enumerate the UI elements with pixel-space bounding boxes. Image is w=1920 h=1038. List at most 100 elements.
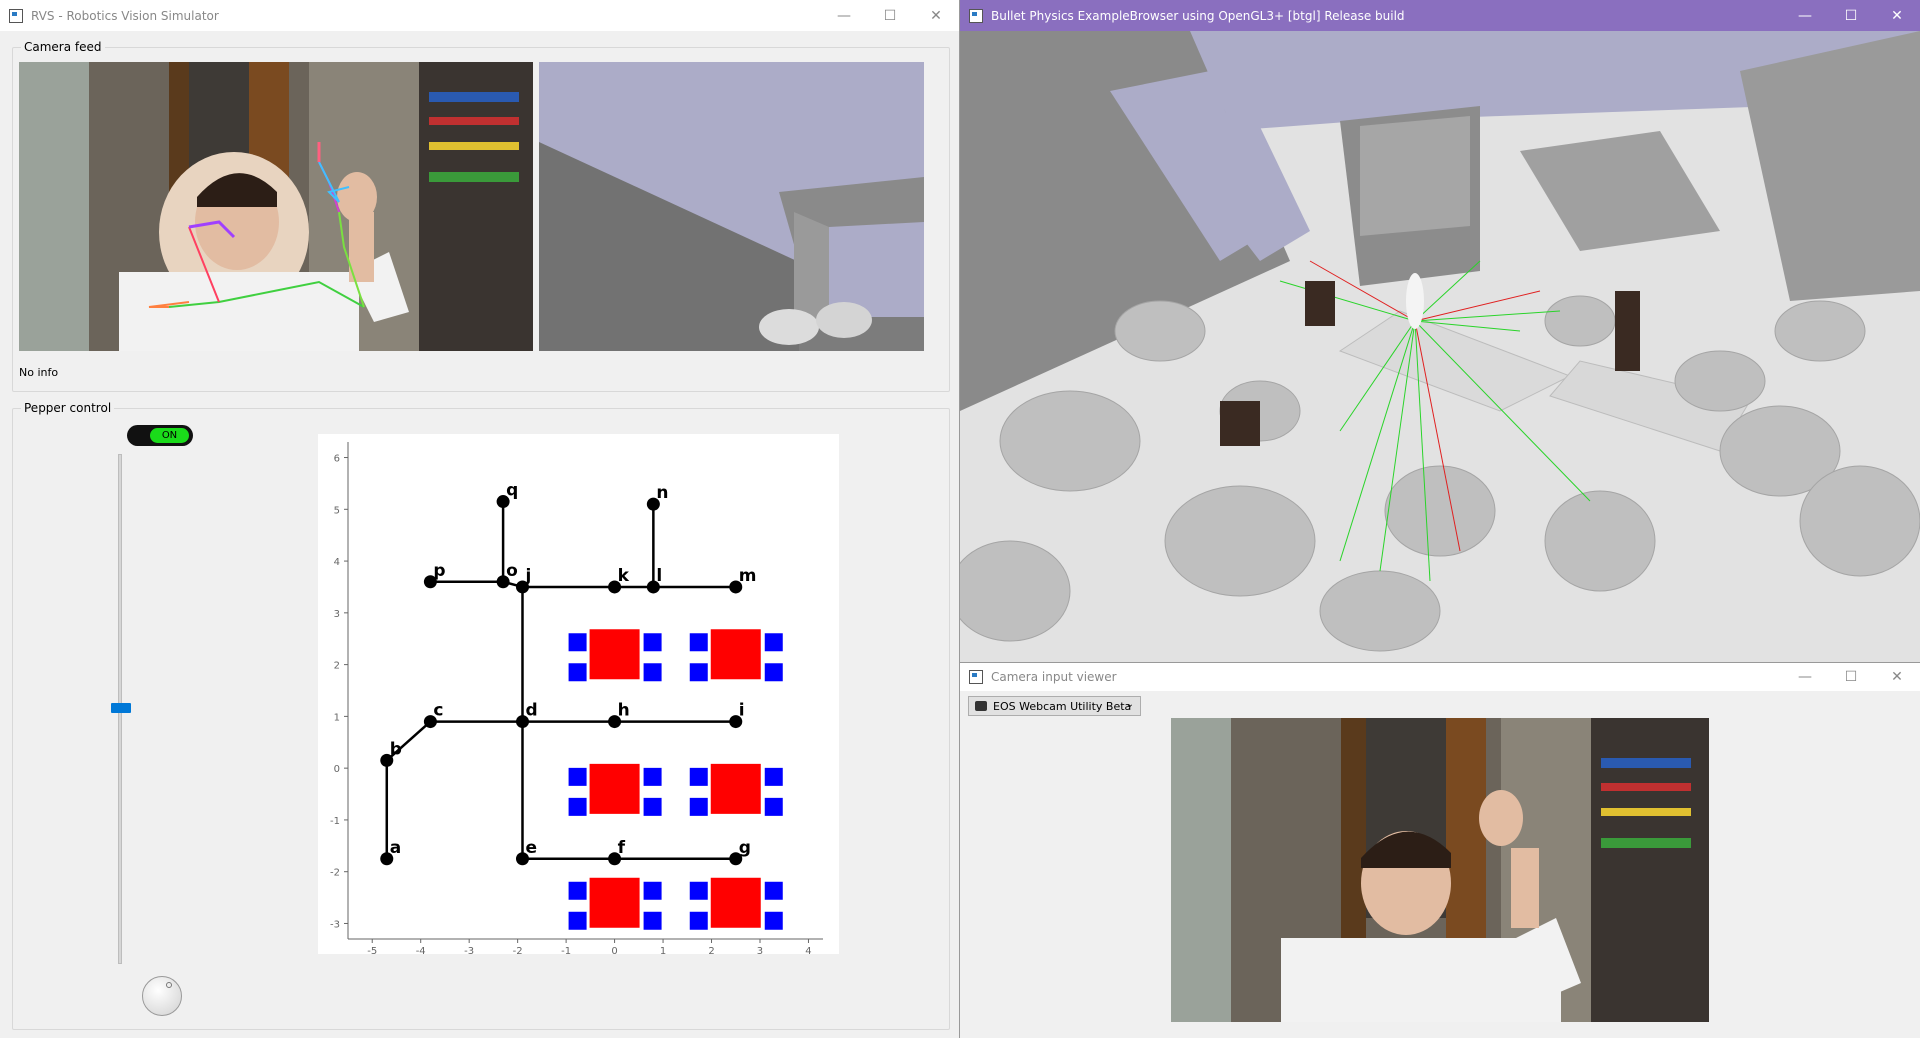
chair-mark [568,797,587,816]
x-tick-label: -2 [513,946,523,954]
node-label: f [618,838,626,858]
webcam-pose-image [19,62,533,351]
node-label: l [656,566,662,586]
x-tick-label: -5 [367,946,377,954]
camera-preview [1171,718,1709,1022]
app-icon [969,8,983,23]
rvs-window: RVS - Robotics Vision Simulator — ☐ ✕ Ca… [0,0,960,1038]
y-tick-label: -3 [330,919,340,930]
y-tick-label: 1 [334,712,340,723]
table-mark [710,877,761,928]
chair-mark [568,633,587,652]
robot-camera-view [539,62,924,351]
close-button[interactable]: ✕ [913,0,959,31]
info-text: No info [19,366,59,379]
app-icon [969,670,983,684]
node-label: d [525,701,537,721]
pepper-control-label: Pepper control [21,401,115,415]
minimize-button[interactable]: — [821,0,867,31]
node-label: m [739,566,757,586]
chair-mark [568,911,587,930]
map-chart: -5 -4 -3 -2 -1 0 1 2 3 4 -3 -2 -1 0 1 2 3 4 5 6 a b c d e f g h i j k l… [318,434,839,954]
chair-mark [643,633,662,652]
node-label: c [433,701,443,721]
y-tick-label: 4 [334,557,340,568]
y-tick-label: 6 [334,454,340,465]
chair-mark [643,881,662,900]
node-label: p [433,561,445,581]
app-icon [9,8,23,23]
node-label: o [506,561,518,581]
chair-mark [643,797,662,816]
maximize-button[interactable]: ☐ [1828,0,1874,31]
y-tick-label: -1 [330,816,340,827]
x-tick-label: -1 [561,946,571,954]
bullet-titlebar[interactable]: Bullet Physics ExampleBrowser using Open… [960,0,1920,31]
chair-mark [764,881,783,900]
camera-viewer-titlebar[interactable]: Camera input viewer — ☐ ✕ [960,663,1920,691]
chair-mark [689,797,708,816]
node-label: b [390,739,402,759]
y-tick-label: -2 [330,868,340,879]
y-tick-label: 2 [334,661,340,672]
minimize-button[interactable]: — [1782,663,1828,693]
x-tick-label: 3 [757,946,763,954]
camera-viewer-window: Camera input viewer — ☐ ✕ EOS Webcam Uti… [960,662,1920,1038]
chair-mark [689,663,708,682]
chevron-down-icon: ⌄ [1125,699,1134,710]
camera-preview-image [1171,718,1709,1022]
chair-mark [764,663,783,682]
table-mark [710,629,761,680]
chair-mark [568,881,587,900]
chair-mark [643,911,662,930]
maximize-button[interactable]: ☐ [867,0,913,31]
toggle-knob: ON [150,428,189,443]
camera-device-label: EOS Webcam Utility Beta [993,699,1132,713]
chair-mark [764,911,783,930]
chair-mark [643,767,662,786]
node-label: a [390,838,401,858]
robot-camera-image [539,62,924,351]
dial-indicator [166,982,172,988]
minimize-button[interactable]: — [1782,0,1828,31]
rotation-dial[interactable] [142,976,182,1016]
power-toggle[interactable]: ON [127,425,193,446]
speed-slider-handle[interactable] [111,703,131,713]
node-label: e [525,838,537,858]
chair-mark [764,767,783,786]
chair-mark [568,663,587,682]
node-label: j [524,566,531,586]
x-tick-label: -3 [464,946,474,954]
y-tick-label: 5 [334,505,340,516]
x-tick-label: 2 [708,946,714,954]
rvs-title: RVS - Robotics Vision Simulator [31,8,219,23]
bullet-window: Bullet Physics ExampleBrowser using Open… [960,0,1920,662]
chair-mark [568,767,587,786]
close-button[interactable]: ✕ [1874,663,1920,693]
chair-mark [689,881,708,900]
y-tick-label: 0 [334,764,340,775]
close-button[interactable]: ✕ [1874,0,1920,31]
rvs-titlebar[interactable]: RVS - Robotics Vision Simulator — ☐ ✕ [0,0,959,31]
table-mark [589,877,640,928]
chair-mark [764,797,783,816]
maximize-button[interactable]: ☐ [1828,663,1874,693]
map-chart-svg: -5 -4 -3 -2 -1 0 1 2 3 4 -3 -2 -1 0 1 2 3 4 5 6 a b c d e f g h i j k l… [330,442,823,954]
x-tick-label: 1 [660,946,666,954]
node-label: h [618,701,630,721]
table-mark [710,763,761,814]
simulation-3d-view[interactable] [960,31,1920,662]
camera-device-select[interactable]: EOS Webcam Utility Beta ⌄ [968,696,1141,716]
node-label: g [739,838,751,858]
y-tick-label: 3 [334,609,340,620]
camera-icon [975,701,987,711]
node-label: n [656,483,668,503]
camera-viewer-title: Camera input viewer [991,670,1117,684]
chair-mark [643,663,662,682]
table-mark [589,629,640,680]
webcam-pose-view [19,62,533,351]
camera-feed-label: Camera feed [21,40,105,54]
simulation-scene [960,31,1920,662]
chair-mark [689,911,708,930]
x-tick-label: -4 [416,946,426,954]
